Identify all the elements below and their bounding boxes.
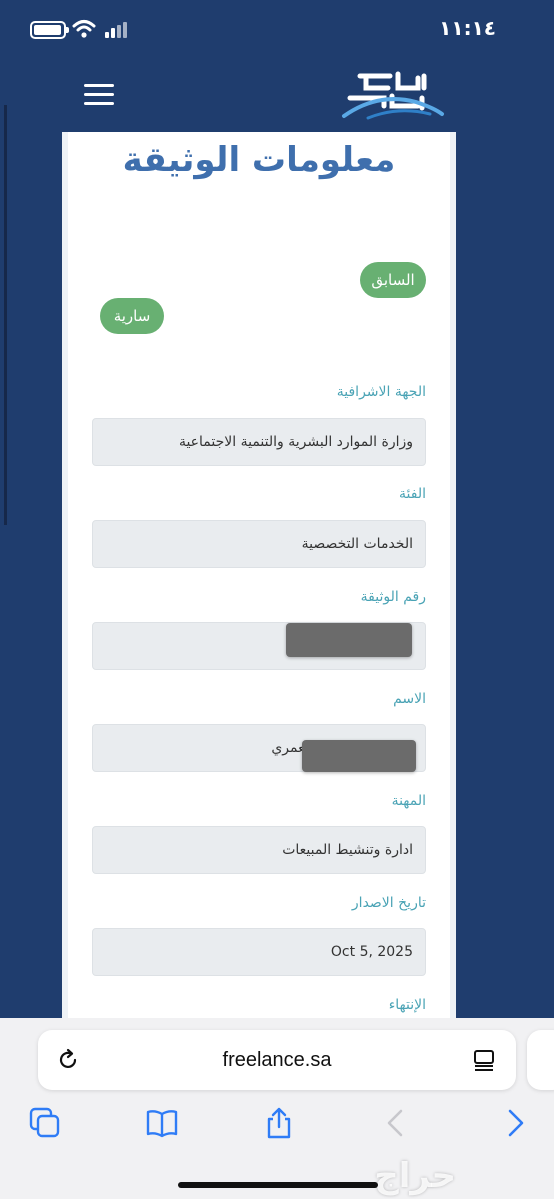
reader-mode-icon[interactable] bbox=[472, 1048, 496, 1072]
redaction-mark bbox=[286, 623, 412, 657]
hamburger-menu-icon[interactable] bbox=[84, 84, 114, 106]
forward-icon[interactable] bbox=[498, 1106, 532, 1140]
field-value-supervisor: وزارة الموارد البشرية والتنمية الاجتماعي… bbox=[92, 418, 426, 466]
home-indicator bbox=[178, 1182, 378, 1188]
battery-icon bbox=[30, 21, 69, 39]
status-time: ١١:١٤ bbox=[439, 16, 496, 40]
page-title: معلومات الوثيقة bbox=[122, 140, 396, 180]
share-icon[interactable] bbox=[262, 1106, 296, 1140]
field-label-document-number: رقم الوثيقة bbox=[360, 589, 426, 605]
field-label-expiry: الإنتهاء bbox=[388, 997, 426, 1013]
previous-button[interactable]: السابق bbox=[360, 262, 426, 298]
wifi-icon bbox=[72, 20, 96, 38]
tabs-icon[interactable] bbox=[28, 1106, 62, 1140]
document-info-card: معلومات الوثيقة السابق سارية الجهة الاشر… bbox=[62, 132, 456, 1032]
status-bar: ١١:١٤ bbox=[0, 0, 554, 60]
next-tab-preview[interactable] bbox=[527, 1030, 554, 1090]
field-label-category: الفئة bbox=[399, 486, 426, 502]
field-value-profession: ادارة وتنشيط المبيعات bbox=[92, 826, 426, 874]
back-icon[interactable] bbox=[379, 1106, 413, 1140]
field-value-issue-date: Oct 5, 2025 bbox=[92, 928, 426, 976]
field-label-profession: المهنة bbox=[391, 793, 426, 809]
field-value-category: الخدمات التخصصية bbox=[92, 520, 426, 568]
browser-toolbar: freelance.sa حراج bbox=[0, 1018, 554, 1199]
field-label-supervisor: الجهة الاشرافية bbox=[336, 384, 426, 400]
redaction-mark bbox=[302, 740, 416, 772]
scroll-edge bbox=[4, 105, 7, 525]
watermark-logo: حراج bbox=[374, 1156, 456, 1196]
cellular-signal-icon bbox=[105, 22, 127, 38]
status-badge: سارية bbox=[100, 298, 164, 334]
site-header bbox=[0, 60, 554, 132]
freelance-logo-icon[interactable] bbox=[338, 68, 446, 124]
address-bar[interactable]: freelance.sa bbox=[38, 1030, 516, 1090]
url-text[interactable]: freelance.sa bbox=[38, 1049, 516, 1072]
field-label-issue-date: تاريخ الاصدار bbox=[351, 895, 426, 911]
bookmarks-icon[interactable] bbox=[145, 1106, 179, 1140]
field-label-name: الاسم bbox=[393, 691, 426, 707]
